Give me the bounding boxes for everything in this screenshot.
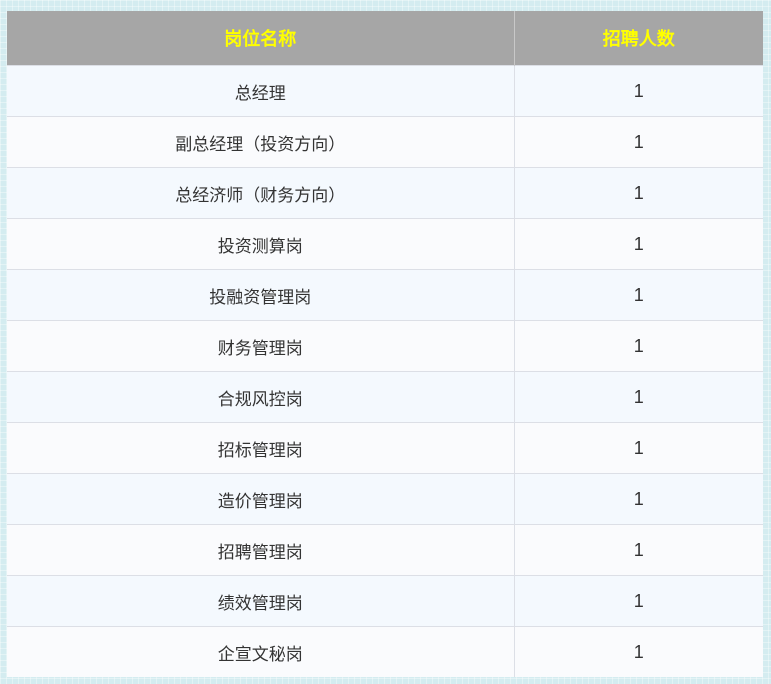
count-cell: 1	[514, 218, 763, 270]
header-hire-count: 招聘人数	[514, 11, 763, 66]
table-header: 岗位名称 招聘人数	[7, 11, 763, 66]
count-cell: 1	[514, 524, 763, 576]
recruitment-table-container: 岗位名称 招聘人数 总经理 1 副总经理（投资方向） 1 总经济师（财务方向） 1 投…	[7, 11, 763, 677]
position-cell: 合规风控岗	[7, 371, 515, 423]
position-cell: 招聘管理岗	[7, 524, 515, 576]
table-row: 投资测算岗 1	[7, 218, 763, 270]
position-cell: 总经济师（财务方向）	[7, 167, 515, 219]
table-row: 总经济师（财务方向） 1	[7, 167, 763, 219]
header-row: 岗位名称 招聘人数	[7, 11, 763, 66]
count-cell: 1	[514, 269, 763, 321]
position-cell: 总经理	[7, 65, 515, 117]
position-cell: 造价管理岗	[7, 473, 515, 525]
count-cell: 1	[514, 320, 763, 372]
position-cell: 副总经理（投资方向）	[7, 116, 515, 168]
position-cell: 绩效管理岗	[7, 575, 515, 627]
position-cell: 财务管理岗	[7, 320, 515, 372]
table-row: 造价管理岗 1	[7, 473, 763, 525]
table-row: 绩效管理岗 1	[7, 575, 763, 627]
table-row: 合规风控岗 1	[7, 371, 763, 423]
count-cell: 1	[514, 116, 763, 168]
count-cell: 1	[514, 371, 763, 423]
header-position-name: 岗位名称	[7, 11, 515, 66]
position-cell: 投融资管理岗	[7, 269, 515, 321]
count-cell: 1	[514, 422, 763, 474]
count-cell: 1	[514, 65, 763, 117]
count-cell: 1	[514, 575, 763, 627]
count-cell: 1	[514, 473, 763, 525]
table-row: 总经理 1	[7, 65, 763, 117]
table-body: 总经理 1 副总经理（投资方向） 1 总经济师（财务方向） 1 投资测算岗 1 投融资管…	[7, 65, 763, 677]
position-cell: 投资测算岗	[7, 218, 515, 270]
table-row: 招聘管理岗 1	[7, 524, 763, 576]
table-row: 副总经理（投资方向） 1	[7, 116, 763, 168]
count-cell: 1	[514, 167, 763, 219]
recruitment-table: 岗位名称 招聘人数 总经理 1 副总经理（投资方向） 1 总经济师（财务方向） 1 投…	[7, 11, 763, 677]
table-row: 财务管理岗 1	[7, 320, 763, 372]
position-cell: 招标管理岗	[7, 422, 515, 474]
table-row: 投融资管理岗 1	[7, 269, 763, 321]
table-row: 招标管理岗 1	[7, 422, 763, 474]
position-cell: 企宣文秘岗	[7, 626, 515, 677]
table-row: 企宣文秘岗 1	[7, 626, 763, 677]
count-cell: 1	[514, 626, 763, 677]
